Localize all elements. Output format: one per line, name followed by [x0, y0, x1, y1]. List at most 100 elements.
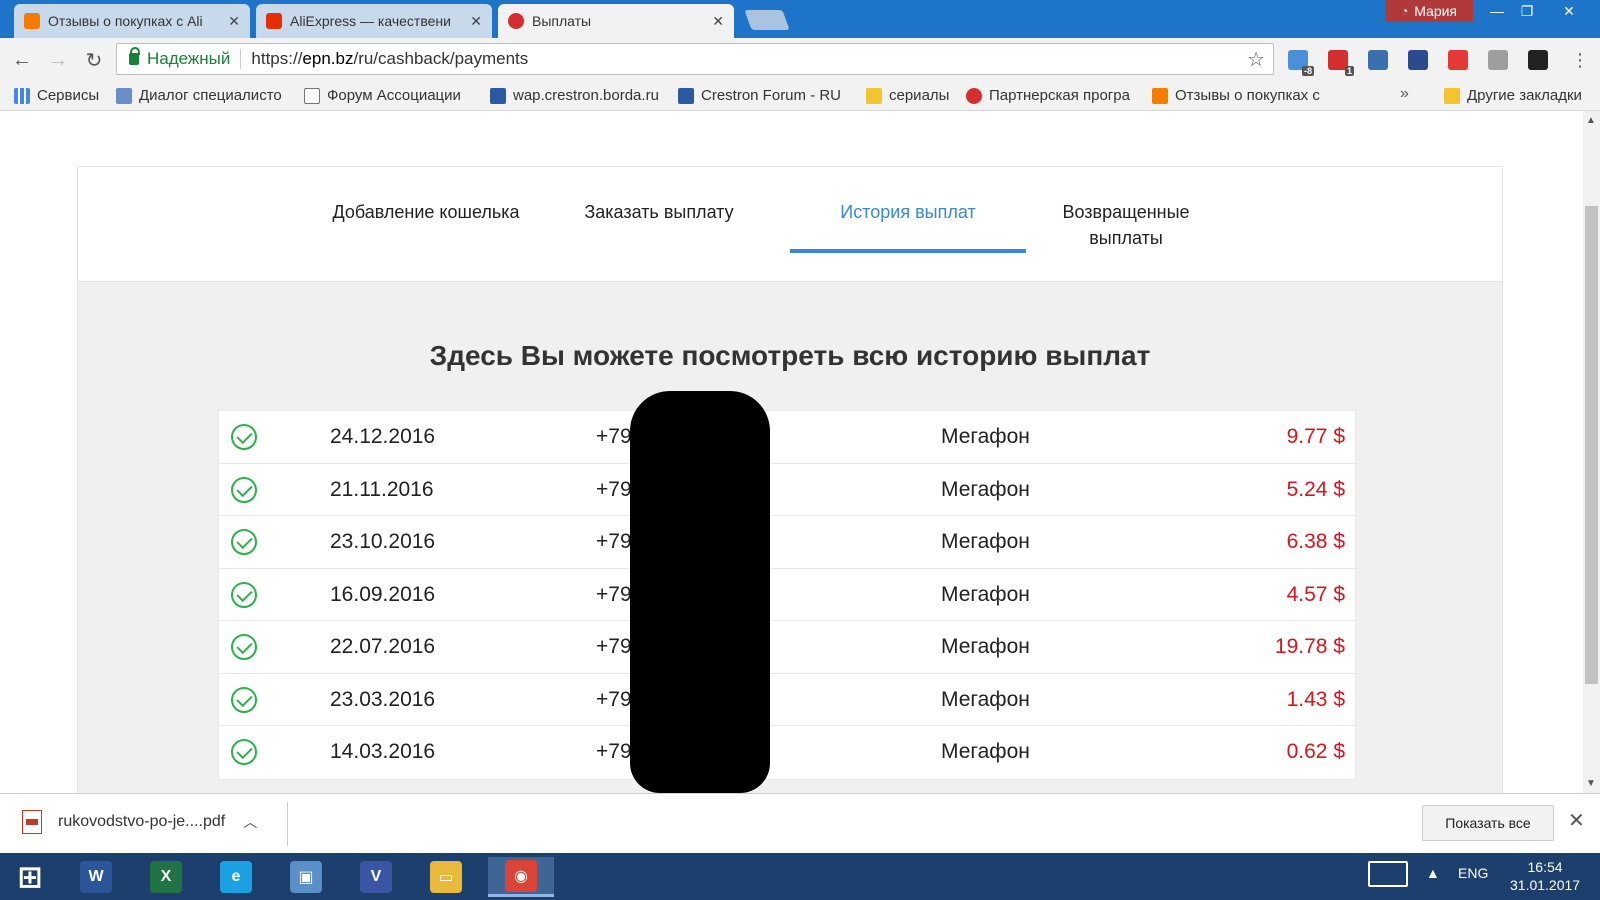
new-tab-button[interactable]	[744, 10, 790, 30]
word-icon: W	[80, 861, 112, 893]
taskbar-item[interactable]: ⊞	[2, 857, 58, 897]
back-icon[interactable]: ←	[8, 46, 36, 74]
page-icon	[304, 87, 320, 104]
windows-taskbar: ⊞ W Xe ▣ V ▭ ◉ ▲ ENG 16:54 31.01.2017	[0, 853, 1600, 900]
aliexpress-icon	[266, 13, 282, 29]
browser-tab-aliexpress[interactable]: AliExpress — качествени ✕	[256, 4, 492, 38]
scrollbar-thumb[interactable]	[1585, 206, 1598, 684]
language-indicator[interactable]: ENG	[1458, 865, 1488, 881]
profile-button[interactable]: ◔ Мария	[1385, 0, 1473, 22]
close-icon[interactable]: ✕	[712, 13, 724, 30]
address-bar[interactable]: Надежный https://epn.bz/ru/cashback/paym…	[116, 43, 1274, 75]
taskbar-item[interactable]: V	[348, 857, 404, 897]
bookmark-partner[interactable]: Партнерская програ	[966, 87, 1136, 104]
profile-name: Мария	[1414, 3, 1458, 19]
payment-operator: Мегафон	[941, 687, 1030, 711]
browser-toolbar: ← → ↻ Надежный https://epn.bz/ru/cashbac…	[0, 38, 1600, 81]
payment-phone: +79	[596, 477, 632, 501]
download-icon[interactable]	[1368, 50, 1388, 70]
payment-amount: 6.38 $	[1286, 530, 1345, 553]
browser-tab-strip: Отзывы о покупках с Ali ✕ AliExpress — к…	[0, 0, 1600, 38]
bookmark-label: Диалог специалисто	[139, 87, 282, 104]
bookmark-crestron-forum[interactable]: Crestron Forum - RU	[678, 87, 848, 104]
taskbar-item[interactable]: ▣	[278, 857, 334, 897]
bookmark-dialog[interactable]: Диалог специалисто	[116, 87, 286, 104]
tray-expand-icon[interactable]: ▲	[1426, 865, 1440, 881]
check-circle-icon	[231, 634, 257, 660]
taskbar-item[interactable]: ◉	[488, 857, 554, 897]
bookmark-reviews[interactable]: Отзывы о покупках с	[1152, 87, 1322, 104]
payment-date: 22.07.2016	[330, 635, 436, 658]
bookmark-services[interactable]: Сервисы	[14, 87, 99, 104]
download-bar: rukovodstvo-po-je....pdf ︿ Показать все …	[0, 793, 1600, 853]
tab-title: AliExpress — качествени	[290, 13, 451, 29]
taskbar-item[interactable]: W	[68, 857, 124, 897]
cloud-icon[interactable]	[1488, 50, 1508, 70]
excel-icon: X	[150, 861, 182, 893]
clock-date: 31.01.2017	[1510, 877, 1581, 893]
taskbar-item[interactable]: X	[138, 857, 194, 897]
bookmark-star-icon[interactable]: ☆	[1247, 47, 1265, 72]
check-circle-icon	[231, 424, 257, 450]
chevron-up-icon[interactable]: ︿	[243, 812, 257, 832]
scroll-down-icon[interactable]: ▼	[1586, 778, 1596, 789]
payment-amount: 4.57 $	[1286, 582, 1345, 606]
tab-add-wallet[interactable]: Добавление кошелька	[326, 199, 526, 225]
payment-operator: Мегафон	[941, 740, 1030, 763]
minimize-button[interactable]: —	[1482, 0, 1512, 22]
bookmark-label: Форум Ассоциации	[327, 87, 461, 104]
page-scrollbar[interactable]: ▲ ▼	[1583, 111, 1600, 793]
keyboard-icon[interactable]	[1368, 861, 1408, 887]
window-close-button[interactable]: ✕	[1554, 0, 1584, 22]
weather-icon[interactable]: -8	[1288, 50, 1314, 76]
tab-order-payment[interactable]: Заказать выплату	[566, 199, 752, 225]
payment-phone: +79	[596, 425, 632, 448]
panel-icon[interactable]	[1528, 50, 1548, 70]
url-scheme: https://	[251, 49, 303, 68]
forward-icon[interactable]: →	[44, 46, 72, 74]
bookmark-other[interactable]: Другие закладки	[1444, 87, 1582, 104]
bookmark-forum[interactable]: Форум Ассоциации	[304, 87, 468, 104]
check-circle-icon	[231, 686, 257, 713]
profile-icon: ◔	[1400, 4, 1409, 18]
page-viewport: Добавление кошелька Заказать выплату Ист…	[0, 111, 1583, 793]
bookmarks-overflow-icon[interactable]: »	[1400, 85, 1409, 103]
table-row: 23.03.2016 +792 Мегафон 1.43 $	[219, 674, 1355, 726]
taskbar-item[interactable]: ▭	[418, 857, 474, 897]
active-tab-indicator	[790, 249, 1026, 253]
browser-tab-reviews[interactable]: Отзывы о покупках с Ali ✕	[14, 4, 250, 38]
tab-payment-history[interactable]: История выплат	[808, 199, 1008, 225]
forum-icon	[678, 87, 694, 104]
epn-icon[interactable]	[1448, 50, 1468, 70]
payment-operator: Мегафон	[941, 635, 1030, 658]
clock[interactable]: 16:54 31.01.2017	[1510, 858, 1580, 894]
extension-badge: 1	[1344, 66, 1354, 76]
close-icon[interactable]: ✕	[470, 13, 482, 30]
clock-time: 16:54	[1527, 859, 1563, 875]
tab-returned-payments[interactable]: Возвращенные выплаты	[1056, 199, 1196, 251]
chart-icon[interactable]	[1408, 50, 1428, 70]
show-all-downloads-button[interactable]: Показать все	[1422, 805, 1554, 841]
page-title: Здесь Вы можете посмотреть всю историю в…	[429, 340, 1151, 371]
scroll-up-icon[interactable]: ▲	[1586, 115, 1596, 126]
bookmark-wap-crestron[interactable]: wap.crestron.borda.ru	[490, 87, 668, 104]
bookmark-label: Партнерская програ	[989, 87, 1130, 104]
apps-grid-icon	[14, 87, 30, 104]
bookmark-serials[interactable]: сериалы	[866, 87, 949, 104]
pdf-icon	[22, 810, 42, 834]
close-icon[interactable]: ✕	[228, 13, 240, 30]
epn-icon	[508, 13, 524, 29]
menu-icon[interactable]: ⋮	[1566, 46, 1594, 74]
download-item[interactable]: rukovodstvo-po-je....pdf ︿	[22, 810, 257, 834]
bookmark-label: Сервисы	[37, 87, 100, 104]
table-row: 14.03.2016 +792 Мегафон 0.62 $	[219, 726, 1355, 779]
restore-button[interactable]: ❐	[1512, 0, 1542, 22]
taskbar-item[interactable]: e	[208, 857, 264, 897]
ie-icon: e	[220, 861, 252, 893]
payment-date: 23.03.2016	[330, 687, 436, 711]
adblock-icon[interactable]: 1	[1328, 50, 1354, 76]
check-circle-icon	[231, 581, 257, 608]
reload-icon[interactable]: ↻	[80, 46, 108, 74]
close-icon[interactable]: ✕	[1568, 808, 1585, 833]
browser-tab-payments[interactable]: Выплаты ✕	[498, 4, 734, 38]
